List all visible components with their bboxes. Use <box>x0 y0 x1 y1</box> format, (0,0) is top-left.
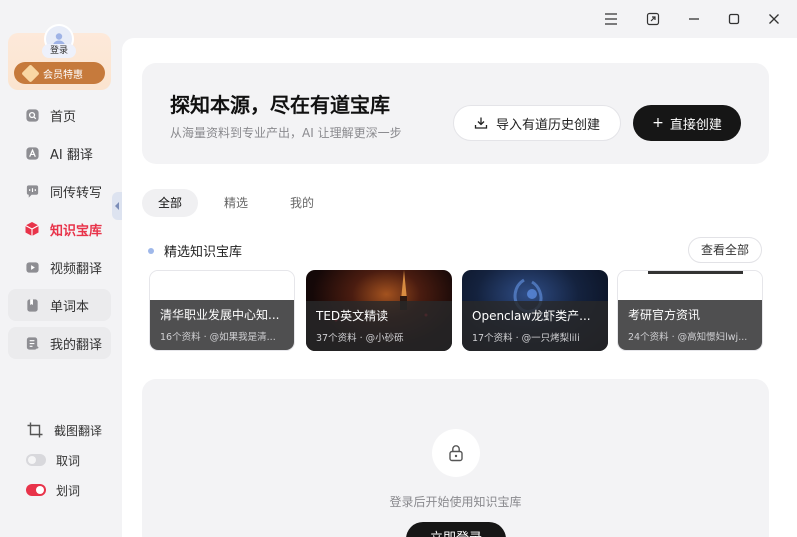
filter-tabs: 全部 精选 我的 <box>142 189 330 217</box>
card-title: Openclaw龙虾类产... <box>472 309 591 323</box>
sidebar-item-label: 视频翻译 <box>50 261 103 277</box>
maximize-icon[interactable] <box>724 9 744 29</box>
sidebar-item-ai-translate[interactable]: AI 翻译 <box>8 137 111 169</box>
sidebar-item-video[interactable]: 视频翻译 <box>8 251 111 283</box>
screenshot-crop-icon <box>26 421 44 439</box>
page-title: 探知本源，尽在有道宝库 <box>170 93 390 117</box>
card-title: 清华职业发展中心知... <box>160 308 280 322</box>
tab-all[interactable]: 全部 <box>142 189 199 217</box>
sidebar: 登录 会员特惠 首页 AI 翻译 同传转写 知识宝库 视频翻译 单词本 我的翻译… <box>0 0 122 537</box>
import-history-label: 导入有道历史创建 <box>495 117 600 133</box>
main-panel: 探知本源，尽在有道宝库 从海量资料到专业产出，AI 让理解更深一步 导入有道历史… <box>122 38 797 537</box>
card-info: 清华职业发展中心知... 16个资料 · @如果我是清... <box>150 300 294 350</box>
tool-screenshot-translate[interactable]: 截图翻译 <box>26 420 102 440</box>
card-title: 考研官方资讯 <box>628 308 701 322</box>
login-hint-text: 登录后开始使用知识宝库 <box>389 495 522 509</box>
section-dot-icon <box>148 247 154 254</box>
wordbook-icon <box>24 297 40 313</box>
card-meta: 17个资料 · @一只烤梨lili <box>472 333 580 344</box>
knowledge-card[interactable]: 考研官方资讯 24个资料 · @高知憬妇lwj... <box>617 270 763 351</box>
tool-select-translate[interactable]: 划词 <box>26 480 80 500</box>
tool-label: 截图翻译 <box>54 423 103 438</box>
card-info: TED英文精读 37个资料 · @小砂砾 <box>306 301 452 351</box>
word-pick-toggle[interactable] <box>26 454 46 466</box>
create-label: 直接创建 <box>669 117 722 133</box>
my-translate-icon <box>24 335 40 351</box>
sidebar-item-label: 同传转写 <box>50 185 103 201</box>
section-header: 精选知识宝库 <box>148 241 242 260</box>
ai-translate-icon <box>24 145 40 161</box>
card-title: TED英文精读 <box>316 309 389 323</box>
home-icon <box>24 107 40 123</box>
minimize-icon[interactable] <box>684 9 704 29</box>
sidebar-item-wordbook[interactable]: 单词本 <box>8 289 111 321</box>
knowledge-card[interactable]: 清华职业发展中心知... 16个资料 · @如果我是清... <box>149 270 295 351</box>
sidebar-item-label: 我的翻译 <box>50 337 103 353</box>
create-button[interactable]: + 直接创建 <box>633 105 741 141</box>
vip-offer-label: 会员特惠 <box>43 69 83 81</box>
card-meta: 24个资料 · @高知憬妇lwj... <box>628 332 748 343</box>
hero-banner: 探知本源，尽在有道宝库 从海量资料到专业产出，AI 让理解更深一步 导入有道历史… <box>142 63 769 164</box>
plus-icon: + <box>652 115 664 131</box>
login-prompt-panel: 登录后开始使用知识宝库 立即登录 <box>142 379 769 537</box>
menu-icon[interactable] <box>601 9 621 29</box>
knowledge-card[interactable]: TED英文精读 37个资料 · @小砂砾 <box>306 270 452 351</box>
knowledge-cube-icon <box>24 221 40 237</box>
vip-offer-button[interactable]: 会员特惠 <box>14 62 105 84</box>
card-info: Openclaw龙虾类产... 17个资料 · @一只烤梨lili <box>462 301 608 351</box>
knowledge-card[interactable]: Openclaw龙虾类产... 17个资料 · @一只烤梨lili <box>462 270 608 351</box>
sidebar-item-knowledge[interactable]: 知识宝库 <box>8 213 111 245</box>
card-info: 考研官方资讯 24个资料 · @高知憬妇lwj... <box>618 300 762 350</box>
section-title: 精选知识宝库 <box>164 245 243 260</box>
sidebar-item-label: 首页 <box>50 109 77 125</box>
tool-label: 划词 <box>56 483 81 498</box>
lock-icon <box>432 429 480 477</box>
download-icon <box>474 116 488 130</box>
tab-mine[interactable]: 我的 <box>274 189 330 217</box>
card-meta: 37个资料 · @小砂砾 <box>316 333 404 344</box>
sidebar-item-my-translate[interactable]: 我的翻译 <box>8 327 111 359</box>
login-label[interactable]: 登录 <box>42 44 76 58</box>
page-subtitle: 从海量资料到专业产出，AI 让理解更深一步 <box>170 126 402 140</box>
close-icon[interactable] <box>764 9 784 29</box>
sidebar-item-home[interactable]: 首页 <box>8 99 111 131</box>
login-now-button[interactable]: 立即登录 <box>406 522 506 537</box>
sidebar-item-label: 单词本 <box>50 299 90 315</box>
import-history-button[interactable]: 导入有道历史创建 <box>453 105 621 141</box>
tab-featured[interactable]: 精选 <box>208 189 264 217</box>
tool-word-pick[interactable]: 取词 <box>26 450 80 470</box>
view-all-button[interactable]: 查看全部 <box>688 237 762 263</box>
vip-diamond-icon <box>21 63 40 83</box>
sidebar-item-label: AI 翻译 <box>50 147 93 163</box>
pin-window-icon[interactable] <box>643 9 663 29</box>
transcribe-icon <box>24 183 40 199</box>
video-icon <box>24 259 40 275</box>
sidebar-collapse-handle[interactable] <box>112 192 122 220</box>
card-meta: 16个资料 · @如果我是清... <box>160 332 276 343</box>
select-translate-toggle[interactable] <box>26 484 46 496</box>
sidebar-item-transcribe[interactable]: 同传转写 <box>8 175 111 207</box>
sidebar-item-label: 知识宝库 <box>50 223 103 239</box>
tool-label: 取词 <box>56 453 81 468</box>
